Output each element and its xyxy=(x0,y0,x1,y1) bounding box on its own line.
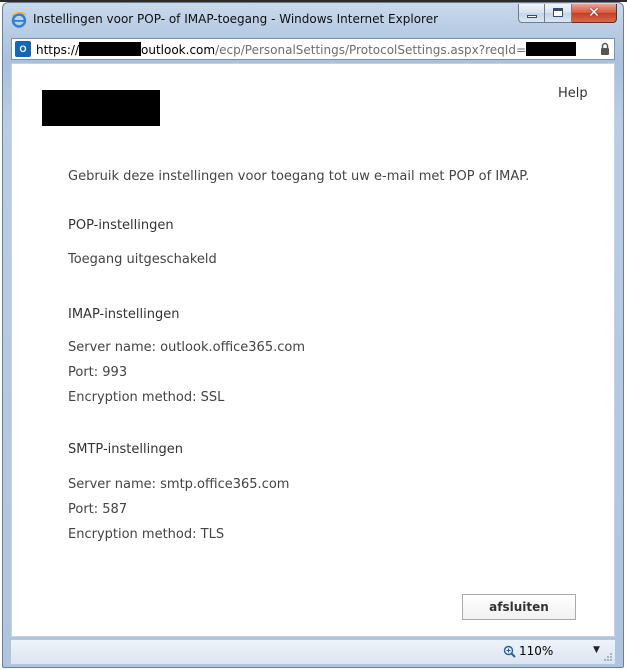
resize-grip-icon[interactable] xyxy=(603,652,613,662)
maximize-button[interactable] xyxy=(545,4,572,23)
url-scheme: https:// xyxy=(36,43,80,57)
close-window-button[interactable]: ✕ xyxy=(572,4,617,23)
url-host: outlook.com xyxy=(141,43,216,57)
imap-encryption: Encryption method: SSL xyxy=(68,390,225,405)
intro-text: Gebruik deze instellingen voor toegang t… xyxy=(68,169,530,184)
address-bar[interactable]: O https:// outlook.com/ecp/PersonalSettin… xyxy=(11,38,615,60)
dialog-content: Help Gebruik deze instellingen voor toeg… xyxy=(11,63,615,637)
minimize-icon xyxy=(527,15,537,18)
imap-server: Server name: outlook.office365.com xyxy=(68,340,305,355)
zoom-control[interactable]: 110% xyxy=(503,644,553,658)
outlook-site-icon: O xyxy=(15,41,31,57)
redacted-block xyxy=(79,42,142,56)
zoom-icon xyxy=(503,645,516,658)
zoom-dropdown-icon[interactable]: ▼ xyxy=(593,645,600,655)
pop-heading: POP-instellingen xyxy=(68,218,174,233)
ie-window: Instellingen voor POP- of IMAP-toegang -… xyxy=(2,2,624,668)
window-title: Instellingen voor POP- of IMAP-toegang -… xyxy=(33,12,439,26)
internet-explorer-icon xyxy=(11,12,27,28)
smtp-port: Port: 587 xyxy=(68,502,128,517)
window-controls: ✕ xyxy=(518,4,617,24)
zoom-level: 110% xyxy=(519,644,554,658)
redacted-block xyxy=(526,42,576,56)
maximize-icon xyxy=(553,8,563,17)
smtp-heading: SMTP-instellingen xyxy=(68,442,183,457)
title-bar[interactable]: Instellingen voor POP- of IMAP-toegang -… xyxy=(3,3,623,37)
redacted-logo xyxy=(42,90,160,126)
smtp-encryption: Encryption method: TLS xyxy=(68,527,225,542)
help-link[interactable]: Help xyxy=(558,86,588,101)
lock-icon[interactable] xyxy=(600,42,610,56)
url-path: /ecp/PersonalSettings/ProtocolSettings.a… xyxy=(215,43,526,57)
url-text[interactable]: https:// outlook.com/ecp/PersonalSettings… xyxy=(36,42,576,57)
smtp-server: Server name: smtp.office365.com xyxy=(68,477,290,492)
minimize-button[interactable] xyxy=(518,4,545,23)
imap-port: Port: 993 xyxy=(68,365,128,380)
close-icon: ✕ xyxy=(588,5,600,21)
close-button[interactable]: afsluiten xyxy=(462,594,576,620)
status-bar: 110% ▼ xyxy=(11,639,615,664)
pop-status: Toegang uitgeschakeld xyxy=(68,252,217,267)
imap-heading: IMAP-instellingen xyxy=(68,307,180,322)
